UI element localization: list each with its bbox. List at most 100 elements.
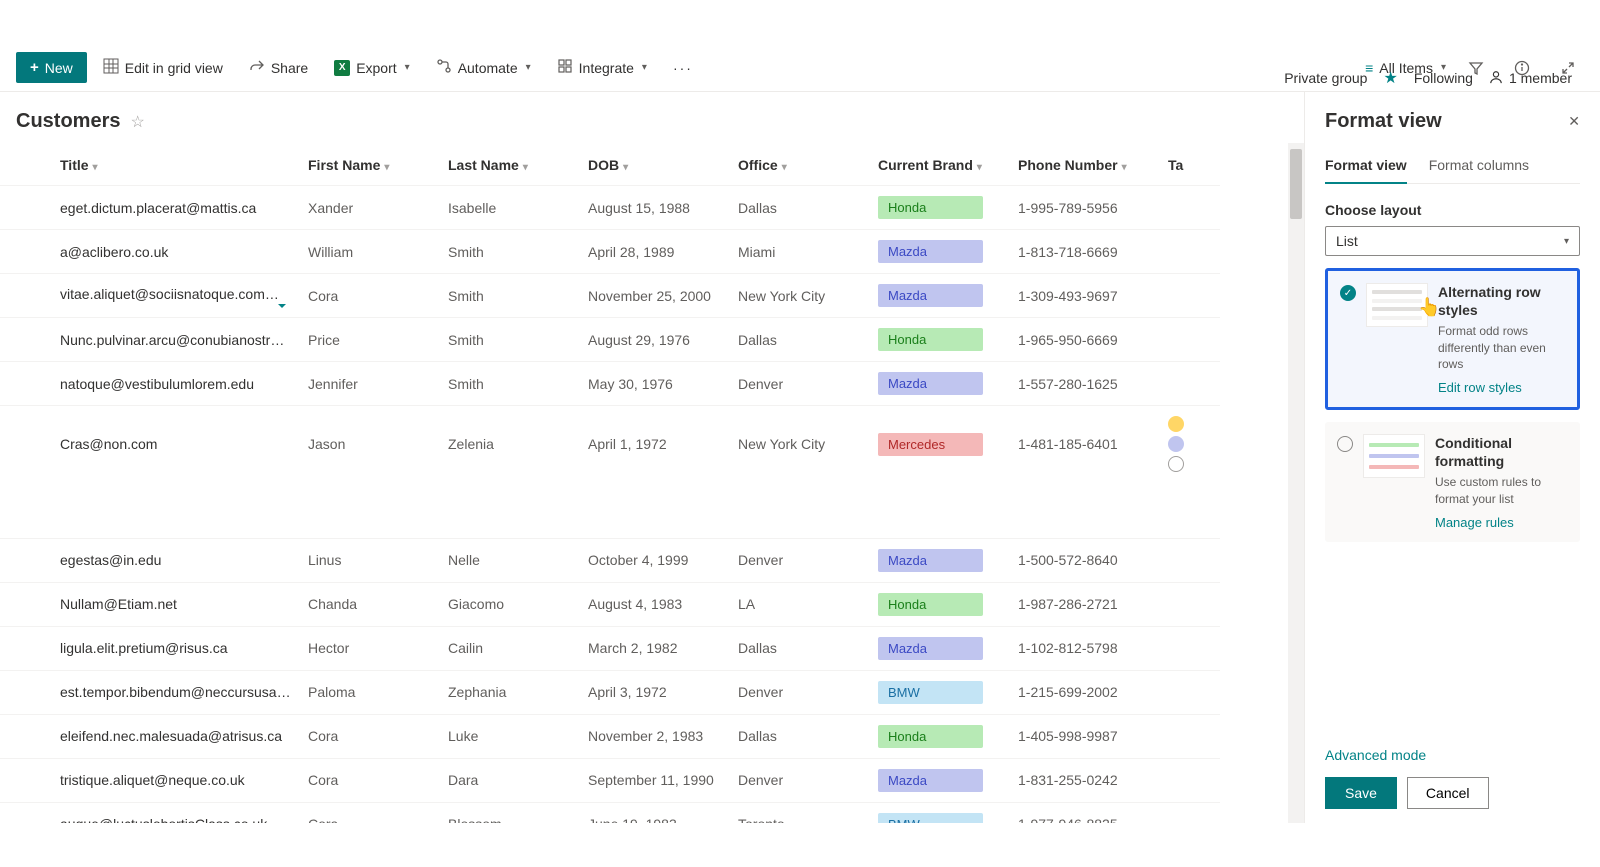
manage-rules-link[interactable]: Manage rules xyxy=(1435,515,1514,530)
cell-title[interactable]: a@aclibero.co.uk xyxy=(0,230,300,274)
brand-pill: Honda xyxy=(878,725,983,748)
new-label: New xyxy=(45,60,73,76)
cell-title[interactable]: tristique.aliquet@neque.co.uk xyxy=(0,758,300,802)
cell-phone: 1-965-950-6669 xyxy=(1010,318,1160,362)
cell-office: Denver xyxy=(730,758,870,802)
table-header-row: Title▾ First Name▾ Last Name▾ DOB▾ Offic… xyxy=(0,143,1220,186)
close-icon[interactable]: ✕ xyxy=(1568,113,1580,130)
table-row[interactable]: tristique.aliquet@neque.co.ukCoraDaraSep… xyxy=(0,758,1220,802)
cell-title[interactable]: natoque@vestibulumlorem.edu xyxy=(0,362,300,406)
cell-title[interactable]: Nunc.pulvinar.arcu@conubianostraper.edu xyxy=(0,318,300,362)
cell-phone: 1-813-718-6669 xyxy=(1010,230,1160,274)
integrate-button[interactable]: Integrate ▾ xyxy=(547,52,657,83)
table-row[interactable]: Cras@non.comJasonZeleniaApril 1, 1972New… xyxy=(0,406,1220,483)
more-button[interactable]: ··· xyxy=(663,54,703,82)
person-icon xyxy=(1489,70,1503,87)
cell-firstname: Jennifer xyxy=(300,362,440,406)
cell-lastname: Zephania xyxy=(440,670,580,714)
cell-title[interactable]: augue@luctuslobortisClass.co.uk xyxy=(0,802,300,823)
member-count[interactable]: 1 member xyxy=(1489,70,1572,87)
cell-firstname: Paloma xyxy=(300,670,440,714)
table-row[interactable]: Nunc.pulvinar.arcu@conubianostraper.eduP… xyxy=(0,318,1220,362)
cell-title[interactable]: Cras@non.com xyxy=(0,406,300,483)
cell-firstname: Chanda xyxy=(300,582,440,626)
edit-grid-button[interactable]: Edit in grid view xyxy=(93,52,233,83)
brand-pill: Mazda xyxy=(878,769,983,792)
cell-title[interactable]: est.tempor.bibendum@neccursusa.com xyxy=(0,670,300,714)
cell-brand: Mercedes xyxy=(870,406,1010,483)
new-button[interactable]: + New xyxy=(16,52,87,83)
table-row[interactable]: eget.dictum.placerat@mattis.caXanderIsab… xyxy=(0,186,1220,230)
cell-office: Dallas xyxy=(730,714,870,758)
option-alternating-rows[interactable]: ✓ Alternating row styles Format odd rows… xyxy=(1325,268,1580,410)
layout-select[interactable]: List ▾ xyxy=(1325,226,1580,256)
col-header-office[interactable]: Office▾ xyxy=(730,143,870,186)
automate-button[interactable]: Automate ▾ xyxy=(426,52,541,83)
share-icon xyxy=(249,58,265,77)
chevron-down-icon: ▾ xyxy=(526,62,531,73)
table-row[interactable]: ligula.elit.pretium@risus.caHectorCailin… xyxy=(0,626,1220,670)
col-header-brand[interactable]: Current Brand▾ xyxy=(870,143,1010,186)
table-row[interactable]: augue@luctuslobortisClass.co.ukCoraBloss… xyxy=(0,802,1220,823)
cell-office: Miami xyxy=(730,230,870,274)
favorite-star-icon[interactable]: ☆ xyxy=(130,112,144,132)
table-row[interactable]: Nullam@Etiam.netChandaGiacomoAugust 4, 1… xyxy=(0,582,1220,626)
option-conditional-formatting[interactable]: Conditional formatting Use custom rules … xyxy=(1325,422,1580,542)
cell-title[interactable]: egestas@in.edu xyxy=(0,538,300,582)
cell-office: Denver xyxy=(730,670,870,714)
comment-icon[interactable]: … xyxy=(273,287,295,305)
table-row[interactable]: vitae.aliquet@sociisnatoque.com…CoraSmit… xyxy=(0,274,1220,318)
col-header-firstname[interactable]: First Name▾ xyxy=(300,143,440,186)
edit-row-styles-link[interactable]: Edit row styles xyxy=(1438,380,1522,395)
col-header-phone[interactable]: Phone Number▾ xyxy=(1010,143,1160,186)
cell-ta xyxy=(1160,626,1220,670)
table-row[interactable]: egestas@in.eduLinusNelleOctober 4, 1999D… xyxy=(0,538,1220,582)
advanced-mode-link[interactable]: Advanced mode xyxy=(1325,747,1426,763)
cell-dob: September 11, 1990 xyxy=(580,758,730,802)
col-header-ta[interactable]: Ta xyxy=(1160,143,1220,186)
scrollbar[interactable] xyxy=(1288,143,1304,823)
cell-brand: Mazda xyxy=(870,758,1010,802)
cell-phone: 1-995-789-5956 xyxy=(1010,186,1160,230)
brand-pill: Honda xyxy=(878,593,983,616)
cell-lastname: Giacomo xyxy=(440,582,580,626)
cell-title[interactable]: vitae.aliquet@sociisnatoque.com… xyxy=(0,274,300,318)
cell-lastname: Smith xyxy=(440,318,580,362)
tab-format-view[interactable]: Format view xyxy=(1325,149,1407,183)
chevron-down-icon: ▾ xyxy=(642,62,647,73)
col-header-dob[interactable]: DOB▾ xyxy=(580,143,730,186)
scroll-thumb[interactable] xyxy=(1290,149,1302,219)
cell-title[interactable]: eget.dictum.placerat@mattis.ca xyxy=(0,186,300,230)
cell-ta xyxy=(1160,582,1220,626)
table-row[interactable]: natoque@vestibulumlorem.eduJenniferSmith… xyxy=(0,362,1220,406)
cell-dob: August 29, 1976 xyxy=(580,318,730,362)
following-label[interactable]: Following xyxy=(1414,70,1473,86)
brand-pill: Mazda xyxy=(878,240,983,263)
share-button[interactable]: Share xyxy=(239,52,318,83)
cell-office: Toronto xyxy=(730,802,870,823)
table-row[interactable]: est.tempor.bibendum@neccursusa.comPaloma… xyxy=(0,670,1220,714)
cancel-button[interactable]: Cancel xyxy=(1407,777,1489,809)
cell-title[interactable]: Nullam@Etiam.net xyxy=(0,582,300,626)
cell-firstname: Hector xyxy=(300,626,440,670)
brand-pill: BMW xyxy=(878,681,983,704)
col-header-title[interactable]: Title▾ xyxy=(0,143,300,186)
cell-ta xyxy=(1160,714,1220,758)
cell-phone: 1-987-286-2721 xyxy=(1010,582,1160,626)
table-row[interactable]: a@aclibero.co.ukWilliamSmithApril 28, 19… xyxy=(0,230,1220,274)
cell-title[interactable]: eleifend.nec.malesuada@atrisus.ca xyxy=(0,714,300,758)
brand-pill: Mercedes xyxy=(878,433,983,456)
cell-ta xyxy=(1160,274,1220,318)
table-row[interactable]: eleifend.nec.malesuada@atrisus.caCoraLuk… xyxy=(0,714,1220,758)
brand-pill: Honda xyxy=(878,196,983,219)
tab-format-columns[interactable]: Format columns xyxy=(1429,149,1529,183)
brand-pill: Mazda xyxy=(878,637,983,660)
col-header-lastname[interactable]: Last Name▾ xyxy=(440,143,580,186)
cell-office: Dallas xyxy=(730,186,870,230)
cell-brand: Mazda xyxy=(870,362,1010,406)
table-row[interactable] xyxy=(0,482,1220,538)
save-button[interactable]: Save xyxy=(1325,777,1397,809)
cell-dob: April 1, 1972 xyxy=(580,406,730,483)
export-button[interactable]: X Export ▾ xyxy=(324,54,420,82)
cell-title[interactable]: ligula.elit.pretium@risus.ca xyxy=(0,626,300,670)
